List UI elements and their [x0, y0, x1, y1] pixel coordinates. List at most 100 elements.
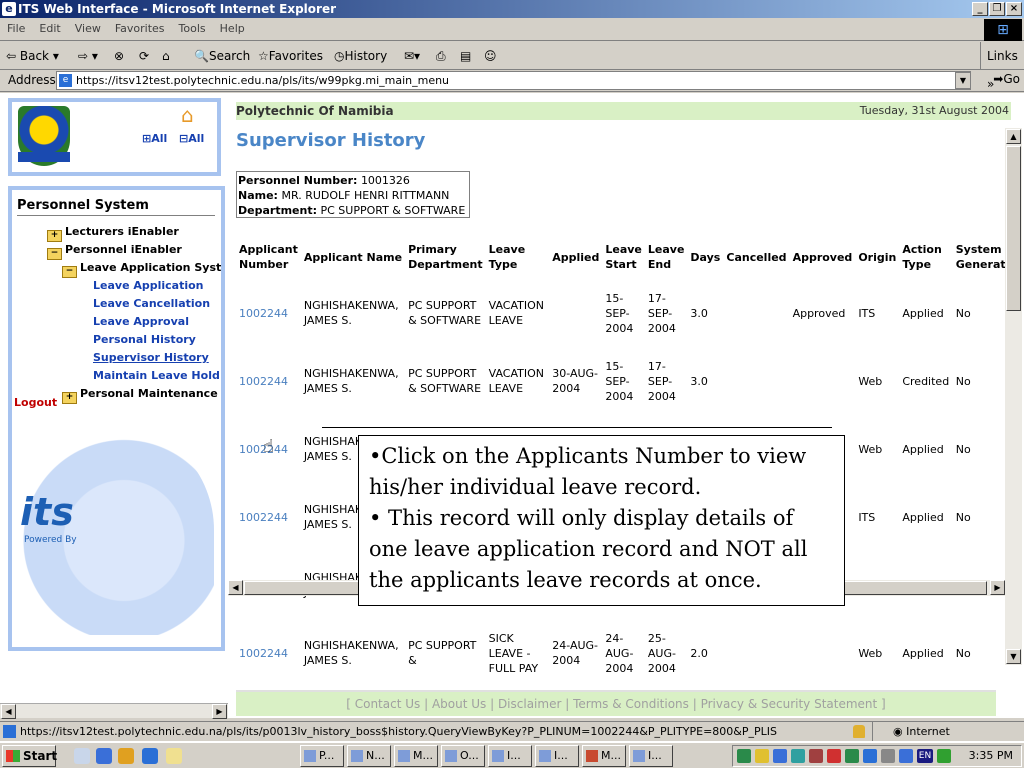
go-arrow-icon: ➡: [993, 72, 1004, 86]
address-input[interactable]: e https://itsv12test.polytechnic.edu.na/…: [56, 71, 971, 90]
table-cell: 3.0: [690, 374, 708, 388]
applicant-number-link[interactable]: 1002244: [236, 279, 301, 347]
scroll-left-icon[interactable]: ◀: [1, 704, 16, 719]
table-header-row: Applicant Number Applicant Name Primary De…: [236, 235, 1024, 279]
table-cell: 15-SEP-2004: [605, 291, 634, 335]
internet-globe-icon: ◉: [893, 725, 907, 738]
scroll-right-icon[interactable]: ▶: [990, 580, 1005, 595]
tray-icon[interactable]: [881, 749, 895, 763]
scroll-left-icon[interactable]: ◀: [228, 580, 243, 595]
taskbar-item-8[interactable]: I...: [629, 745, 673, 767]
history-button[interactable]: ◷History: [334, 46, 387, 66]
applicant-number-link[interactable]: 1002244: [236, 347, 301, 415]
menu-tools[interactable]: Tools: [172, 19, 213, 38]
menu-help[interactable]: Help: [213, 19, 252, 38]
address-dropdown-icon[interactable]: ▼: [955, 72, 971, 89]
table-cell: [723, 279, 789, 347]
tray-icon[interactable]: [791, 749, 805, 763]
vertical-scrollbar[interactable]: ▲ ▼: [1005, 128, 1022, 665]
ie-quicklaunch-icon[interactable]: [142, 748, 158, 764]
personnel-name-row: Name: MR. RUDOLF HENRI RITTMANN: [238, 189, 450, 202]
tray-icon[interactable]: [755, 749, 769, 763]
search-button[interactable]: 🔍Search: [194, 46, 250, 66]
tray-icon[interactable]: [737, 749, 751, 763]
page-footer[interactable]: [ Contact Us | About Us | Disclaimer | T…: [236, 690, 996, 716]
nav-personnel-ienabler[interactable]: − Personnel iEnabler: [47, 243, 182, 260]
taskbar-item-1[interactable]: P...: [300, 745, 344, 767]
menu-edit[interactable]: Edit: [32, 19, 67, 38]
nav-leave-application-system[interactable]: − Leave Application System: [62, 261, 221, 278]
scroll-right-icon[interactable]: ▶: [212, 704, 227, 719]
start-button[interactable]: Start: [2, 745, 57, 767]
refresh-icon[interactable]: ⟳: [139, 46, 149, 66]
table-cell: [790, 619, 856, 672]
taskbar-item-5[interactable]: I...: [488, 745, 532, 767]
language-indicator[interactable]: EN: [917, 749, 933, 763]
windows-flag-icon: [6, 750, 20, 762]
nav-personal-maintenance[interactable]: + Personal Maintenance: [62, 387, 218, 404]
favorites-button[interactable]: ☆Favorites: [258, 46, 323, 66]
nav-leave-application[interactable]: Leave Application: [93, 279, 204, 292]
nav-lecturers-ienabler[interactable]: + Lecturers iEnabler: [47, 225, 179, 242]
tray-icon[interactable]: [845, 749, 859, 763]
nav-leave-approval[interactable]: Leave Approval: [93, 315, 189, 328]
applicant-number-link[interactable]: 1002244: [236, 483, 301, 551]
taskbar-item-4[interactable]: O...: [441, 745, 485, 767]
messenger-quicklaunch-icon[interactable]: [96, 748, 112, 764]
notepad-quicklaunch-icon[interactable]: [166, 748, 182, 764]
favorites-icon: ☆: [258, 49, 269, 63]
tray-icon[interactable]: [899, 749, 913, 763]
folder-plus-icon: ⊞: [142, 132, 152, 145]
edit-icon[interactable]: ▤: [460, 46, 471, 66]
nav-maintain-leave-hold[interactable]: Maintain Leave Hold: [93, 369, 220, 382]
hand-cursor-icon: ☝: [263, 436, 274, 457]
table-row: 1002244 NGHISHAKENWA, JAMES S. PC SUPPORT …: [236, 279, 1024, 347]
callout-line: [322, 427, 832, 428]
app-icon: [633, 750, 645, 762]
stop-icon[interactable]: ⊗: [114, 46, 124, 66]
table-row: 1002244 NGHISHAKENWA, JAMES S. PC SUPPORT …: [236, 347, 1024, 415]
menu-view[interactable]: View: [68, 19, 108, 38]
tray-icon[interactable]: [937, 749, 951, 763]
restore-button[interactable]: ❐: [989, 2, 1005, 16]
logout-link[interactable]: Logout: [14, 396, 57, 409]
scroll-down-icon[interactable]: ▼: [1006, 649, 1021, 664]
table-cell: Web: [858, 442, 883, 456]
applicant-number-link[interactable]: 1002244: [236, 619, 301, 672]
outlook-quicklaunch-icon[interactable]: [74, 748, 90, 764]
mail-icon[interactable]: ✉▾: [404, 46, 420, 66]
nav-personal-history[interactable]: Personal History: [93, 333, 196, 346]
taskbar-item-6[interactable]: I...: [535, 745, 579, 767]
tool-quicklaunch-icon[interactable]: [118, 748, 134, 764]
tray-icon[interactable]: [827, 749, 841, 763]
left-horizontal-scrollbar[interactable]: ◀ ▶: [0, 703, 228, 719]
nav-supervisor-history[interactable]: Supervisor History: [93, 351, 209, 364]
home-icon[interactable]: ⌂: [181, 104, 207, 126]
menu-file[interactable]: File: [0, 19, 32, 38]
home-icon[interactable]: ⌂: [162, 46, 170, 66]
scroll-up-icon[interactable]: ▲: [1006, 129, 1021, 144]
minimize-button[interactable]: _: [972, 2, 988, 16]
back-button[interactable]: ⇦ Back ▾: [6, 46, 59, 66]
taskbar-item-3[interactable]: M...: [394, 745, 438, 767]
messenger-icon[interactable]: ☺: [484, 46, 497, 66]
taskbar: Start P... N... M... O... I... I... M...…: [0, 741, 1024, 768]
nav-title: Personnel System: [17, 198, 215, 216]
links-button[interactable]: Links »: [980, 42, 1024, 91]
tray-icon[interactable]: [863, 749, 877, 763]
taskbar-item-2[interactable]: N...: [347, 745, 391, 767]
tray-icon[interactable]: [809, 749, 823, 763]
collapse-all-button[interactable]: ⊟All: [179, 132, 204, 145]
go-button[interactable]: ➡Go: [993, 72, 1020, 86]
table-cell: [723, 619, 789, 672]
forward-button[interactable]: ⇨ ▾: [78, 46, 98, 66]
nav-leave-cancellation[interactable]: Leave Cancellation: [93, 297, 210, 310]
address-label: Address: [8, 73, 56, 87]
vertical-scroll-thumb[interactable]: [1006, 146, 1021, 311]
print-icon[interactable]: ⎙: [436, 46, 446, 66]
menu-favorites[interactable]: Favorites: [108, 19, 172, 38]
taskbar-item-7[interactable]: M...: [582, 745, 626, 767]
close-button[interactable]: ×: [1006, 2, 1022, 16]
tray-icon[interactable]: [773, 749, 787, 763]
expand-all-button[interactable]: ⊞All: [142, 132, 167, 145]
